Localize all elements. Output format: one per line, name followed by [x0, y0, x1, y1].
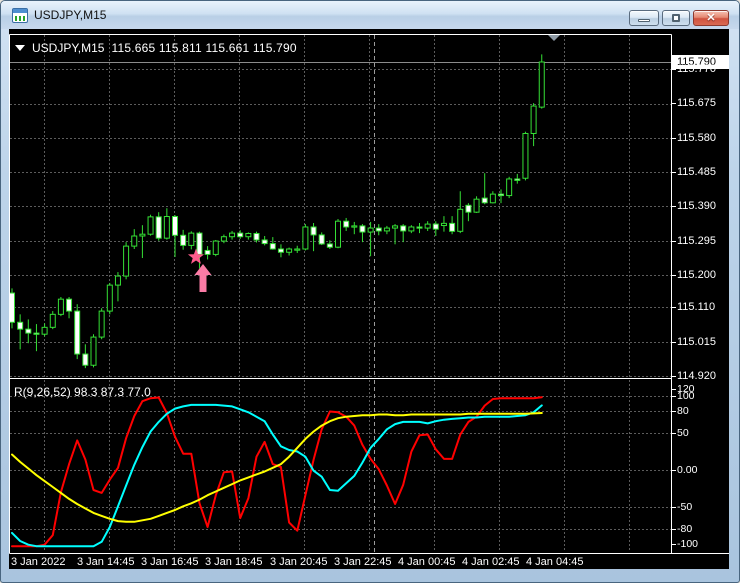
oscillator-lines	[11, 396, 543, 548]
indicator-axis-label: -50	[677, 501, 693, 513]
price-axis-label: 114.920	[677, 370, 716, 382]
oscillator-line-mid	[11, 403, 543, 548]
price-axis-label: 115.770	[677, 63, 716, 75]
arrow-up-icon[interactable]	[194, 264, 212, 292]
indicator-axis-label: -80	[677, 523, 693, 535]
header-high: 115.811	[158, 41, 202, 55]
chart-shift-triangle-icon	[548, 35, 560, 41]
price-axis-label: 115.015	[677, 336, 716, 348]
price-axis-label: 115.675	[677, 97, 716, 109]
time-axis-label: 3 Jan 22:45	[334, 556, 392, 568]
indicator-name-label: R(9,26,52) 98.3 87.3 77.0	[14, 385, 151, 399]
price-axis-label: 115.110	[677, 301, 716, 313]
chevron-down-icon[interactable]	[15, 45, 25, 51]
price-axis-label: 115.390	[677, 200, 716, 212]
time-axis-label: 3 Jan 20:45	[270, 556, 328, 568]
indicator-axis-label: 50	[677, 427, 689, 439]
oscillator-line-fast	[11, 396, 543, 548]
header-open: 115.665	[111, 41, 156, 55]
time-axis-label: 3 Jan 14:45	[77, 556, 135, 568]
price-axis-label: 115.580	[677, 132, 716, 144]
price-axis-label: 115.485	[677, 166, 716, 178]
indicator-axis-label: 80	[677, 405, 689, 417]
indicator-axis-label: -100	[677, 538, 699, 550]
time-axis-label: 3 Jan 16:45	[141, 556, 199, 568]
time-axis-label: 4 Jan 00:45	[398, 556, 456, 568]
chart-stage: USDJPY,M15 115.665 115.811 115.661 115.7…	[1, 1, 740, 583]
time-axis-label: 4 Jan 02:45	[462, 556, 520, 568]
time-axis-label: 3 Jan 18:45	[205, 556, 263, 568]
time-axis-label: 3 Jan 2022	[11, 556, 66, 568]
symbol-period-label: USDJPY,M15	[32, 41, 105, 55]
time-axis-label: 4 Jan 04:45	[526, 556, 584, 568]
candles	[9, 54, 545, 369]
price-axis-label: 115.295	[677, 235, 716, 247]
header-low: 115.661	[205, 41, 250, 55]
indicator-axis-label: 0.00	[677, 464, 698, 476]
chart-canvas[interactable]	[1, 1, 740, 583]
header-close: 115.790	[252, 41, 297, 55]
price-axis-label: 115.200	[677, 269, 716, 281]
chart-window: USDJPY,M15 ✕ USDJPY,M15 115.665 115.811 …	[0, 0, 740, 583]
oscillator-line-slow	[11, 412, 543, 523]
indicator-axis-label: 100	[677, 390, 695, 402]
chart-ohlc-header: USDJPY,M15 115.665 115.811 115.661 115.7…	[15, 41, 297, 55]
